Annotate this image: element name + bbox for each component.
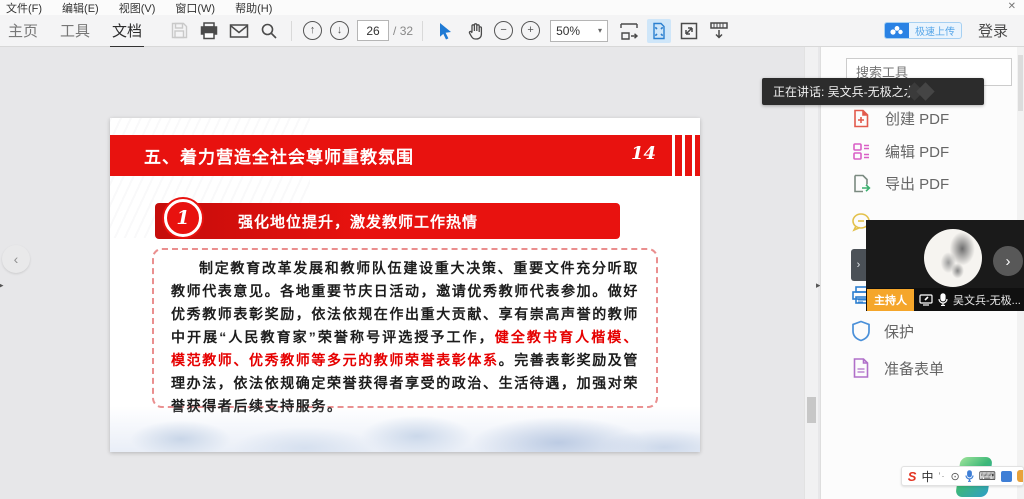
point-number-badge: 1 xyxy=(164,199,202,237)
tool-label: 准备表单 xyxy=(884,358,944,379)
hand-tool-icon[interactable] xyxy=(463,19,487,43)
page-total-label: / 32 xyxy=(393,24,413,38)
ime-punctuation-toggle[interactable]: ’· xyxy=(938,471,945,481)
document-scrollbar[interactable] xyxy=(804,47,818,499)
fit-page-icon[interactable] xyxy=(647,19,671,43)
toolbar: 主页 工具 文档 ↑ ↓ / 32 − + 50% ▾ xyxy=(0,15,1024,47)
banner-stripe xyxy=(675,135,682,176)
video-overlay-bar: 主持人 吴文兵-无极... xyxy=(866,288,1024,311)
tab-home[interactable]: 主页 xyxy=(8,20,38,41)
next-participant-button[interactable]: › xyxy=(993,246,1023,276)
ime-keyboard-icon[interactable]: ⌨ xyxy=(979,469,996,483)
scrollbar-thumb[interactable] xyxy=(1018,55,1023,111)
menu-view[interactable]: 视图(V) xyxy=(119,0,156,16)
slide-mountain-decoration xyxy=(110,406,700,452)
slide-page-number: 14 xyxy=(631,143,656,164)
tool-create-pdf[interactable]: 创建 PDF xyxy=(851,108,949,129)
toolbar-separator xyxy=(291,21,292,41)
form-icon xyxy=(851,357,871,379)
prev-participant-button[interactable]: ‹ xyxy=(2,245,30,273)
login-button[interactable]: 登录 xyxy=(978,20,1008,41)
select-tool-icon[interactable] xyxy=(433,19,457,43)
ime-toolbar[interactable]: S 中 ’· ⊙ ⌨ xyxy=(901,466,1024,486)
participant-avatar xyxy=(924,229,982,287)
menu-window[interactable]: 窗口(W) xyxy=(175,0,215,16)
edit-pdf-icon xyxy=(851,141,872,162)
print-icon[interactable] xyxy=(197,19,221,43)
document-pane[interactable]: 五、着力营造全社会尊师重教氛围 14 1 强化地位提升，激发教师工作热情 制定教… xyxy=(0,47,820,499)
tool-prepare-form[interactable]: 准备表单 xyxy=(851,357,944,379)
banner-stripe xyxy=(685,135,692,176)
main-area: 五、着力营造全社会尊师重教氛围 14 1 强化地位提升，激发教师工作热情 制定教… xyxy=(0,47,1024,499)
shield-icon xyxy=(851,320,871,342)
tool-label: 导出 PDF xyxy=(885,173,949,194)
chevron-down-icon: ▾ xyxy=(598,26,602,35)
slide-body-box: 制定教育改革发展和教师队伍建设重大决策、重要文件充分听取教师代表意见。各地重要节… xyxy=(152,248,658,408)
scrollbar-thumb[interactable] xyxy=(807,397,816,423)
zoom-level-value: 50% xyxy=(556,24,580,38)
ime-mode-toggle[interactable]: 中 xyxy=(921,468,933,485)
tool-protect[interactable]: 保护 xyxy=(851,320,914,342)
tool-label: 编辑 PDF xyxy=(885,141,949,162)
search-icon[interactable] xyxy=(257,19,281,43)
create-pdf-icon xyxy=(851,108,872,129)
tray-clipped-icon xyxy=(1017,470,1023,482)
screen-share-icon xyxy=(919,294,933,306)
zoom-in-icon[interactable]: + xyxy=(521,21,540,40)
speaking-toast-text: 正在讲话: 吴文兵-无极之水; xyxy=(773,83,919,100)
upload-badge-label: 极速上传 xyxy=(909,23,961,38)
tool-edit-pdf[interactable]: 编辑 PDF xyxy=(851,141,949,162)
meeting-app-logo xyxy=(902,82,944,101)
ime-emoji-button[interactable]: ⊙ xyxy=(950,470,959,483)
ime-mic-icon[interactable] xyxy=(965,470,974,482)
toolbar-separator xyxy=(422,21,423,41)
pdf-slide-page: 五、着力营造全社会尊师重教氛围 14 1 强化地位提升，激发教师工作热情 制定教… xyxy=(110,118,700,452)
microphone-icon xyxy=(938,293,948,306)
next-page-icon[interactable]: ↓ xyxy=(330,21,349,40)
close-icon[interactable]: ✕ xyxy=(1008,1,1016,12)
speaker-name: 吴文兵-无极... xyxy=(953,292,1021,308)
host-badge: 主持人 xyxy=(867,289,914,311)
menu-bar: 文件(F) 编辑(E) 视图(V) 窗口(W) 帮助(H) ✕ xyxy=(0,0,1024,15)
tool-export-pdf[interactable]: 导出 PDF xyxy=(851,173,949,194)
slide-point-banner: 1 强化地位提升，激发教师工作热情 xyxy=(155,203,620,239)
mail-icon[interactable] xyxy=(227,19,251,43)
slide-body-text: 制定教育改革发展和教师队伍建设重大决策、重要文件充分听取教师代表意见。各地重要节… xyxy=(171,257,639,418)
video-call-overlay[interactable]: › › 主持人 吴文兵-无极... xyxy=(866,220,1024,311)
point-title: 强化地位提升，激发教师工作热情 xyxy=(155,211,478,232)
tab-document[interactable]: 文档 xyxy=(112,20,142,41)
slide-title-banner: 五、着力营造全社会尊师重教氛围 14 xyxy=(110,135,672,176)
export-pdf-icon xyxy=(851,173,872,194)
netdisk-icon xyxy=(885,22,909,39)
menu-file[interactable]: 文件(F) xyxy=(6,0,42,16)
prev-page-icon[interactable]: ↑ xyxy=(303,21,322,40)
ime-toolbox-icon[interactable] xyxy=(1001,471,1012,482)
overlay-collapse-handle[interactable]: › xyxy=(851,249,866,281)
tool-label: 保护 xyxy=(884,321,914,342)
ime-logo[interactable]: S xyxy=(908,469,917,484)
save-icon[interactable] xyxy=(167,19,191,43)
menu-edit[interactable]: 编辑(E) xyxy=(62,0,99,16)
zoom-level-select[interactable]: 50% ▾ xyxy=(550,20,608,42)
tool-label: 创建 PDF xyxy=(885,108,949,129)
cloud-upload-badge[interactable]: 极速上传 xyxy=(884,22,962,39)
slide-title: 五、着力营造全社会尊师重教氛围 xyxy=(110,143,414,168)
menu-help[interactable]: 帮助(H) xyxy=(235,0,272,16)
left-panel-handle-icon[interactable]: ▸ xyxy=(0,281,4,290)
fullscreen-icon[interactable] xyxy=(677,19,701,43)
speaking-toast: 正在讲话: 吴文兵-无极之水; xyxy=(762,78,984,105)
page-number-input[interactable] xyxy=(357,20,389,41)
tab-tools[interactable]: 工具 xyxy=(60,20,90,41)
zoom-out-icon[interactable]: − xyxy=(494,21,513,40)
banner-stripe xyxy=(695,135,700,176)
reflow-icon[interactable] xyxy=(707,19,731,43)
fit-width-icon[interactable] xyxy=(617,19,641,43)
